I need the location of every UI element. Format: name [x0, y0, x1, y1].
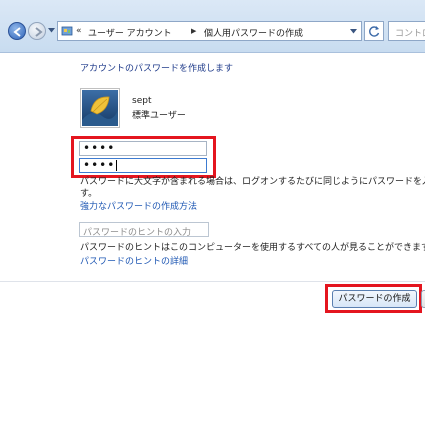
new-password-field[interactable]: •••• — [79, 141, 207, 156]
user-avatar — [80, 88, 120, 128]
cancel-button[interactable] — [421, 290, 425, 308]
user-name: sept — [132, 96, 152, 106]
breadcrumb-separator-icon[interactable]: ▶ — [191, 27, 196, 35]
divider — [0, 281, 425, 282]
forward-arrow-icon — [35, 27, 43, 37]
page-heading: アカウントのパスワードを作成します — [80, 64, 234, 74]
text-caret — [116, 160, 118, 171]
refresh-button[interactable] — [364, 21, 384, 41]
breadcrumb-overflow[interactable]: « — [76, 26, 82, 36]
hint-info-text: パスワードのヒントはこのコンピューターを使用するすべての人が見ることができます。 — [80, 243, 425, 253]
explorer-toolbar: « ユーザー アカウント ▶ 個人用パスワードの作成 コントロー — [0, 0, 425, 53]
control-panel-icon — [61, 26, 73, 36]
breadcrumb-user-accounts[interactable]: ユーザー アカウント — [88, 26, 172, 39]
confirm-password-field[interactable]: •••• — [79, 158, 207, 173]
back-button[interactable] — [8, 22, 26, 40]
create-password-button[interactable]: パスワードの作成 — [332, 290, 417, 308]
user-account-type: 標準ユーザー — [132, 111, 186, 121]
history-dropdown-icon[interactable] — [48, 28, 55, 33]
back-arrow-icon — [13, 27, 21, 37]
search-input[interactable]: コントロー — [388, 21, 425, 41]
password-hint-input[interactable]: パスワードのヒントの入力 — [79, 222, 209, 237]
address-bar[interactable]: « ユーザー アカウント ▶ 個人用パスワードの作成 — [57, 21, 362, 41]
refresh-icon — [369, 26, 380, 37]
caps-info-text-end: す。 — [80, 189, 98, 199]
new-password-value: •••• — [83, 141, 116, 155]
caps-info-text: パスワードに大文字が含まれる場合は、ログオンするたびに同じようにパスワードを入力… — [80, 177, 425, 187]
strong-password-link[interactable]: 強力なパスワードの作成方法 — [80, 199, 197, 212]
confirm-password-value: •••• — [83, 158, 116, 172]
hint-details-link[interactable]: パスワードのヒントの詳細 — [80, 254, 188, 267]
user-avatar-icon — [82, 90, 118, 126]
breadcrumb-create-password[interactable]: 個人用パスワードの作成 — [204, 26, 303, 39]
address-dropdown-icon[interactable] — [350, 29, 357, 34]
forward-button[interactable] — [28, 22, 46, 40]
